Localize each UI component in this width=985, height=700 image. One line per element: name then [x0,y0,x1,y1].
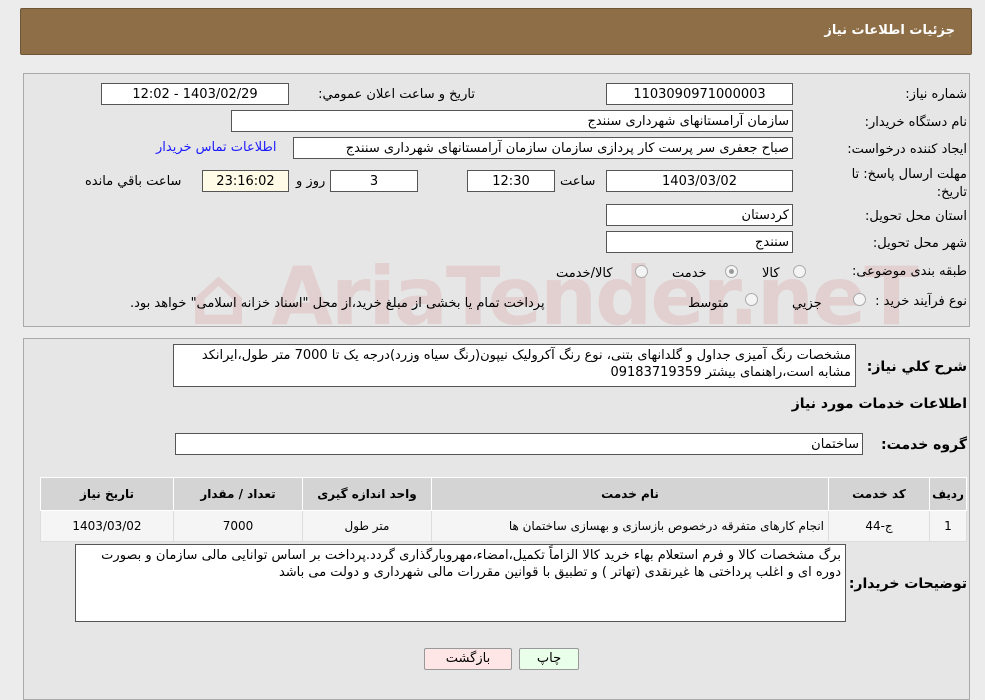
buyer-org-field: سازمان آرامستانهای شهرداری سنندج [231,110,793,132]
cell-code: ج-44 [828,510,930,542]
services-title: اطلاعات خدمات مورد نياز [791,396,967,412]
province-field: کردستان [606,204,793,226]
deadline-date-field: 1403/03/02 [606,170,793,192]
col-name: نام خدمت [431,477,829,511]
cell-row: 1 [929,510,967,542]
back-button[interactable]: بازگشت [424,648,512,670]
print-button[interactable]: چاپ [519,648,579,670]
remaining-label: ساعت باقي مانده [85,174,182,189]
page-title: جزئیات اطلاعات نیاز [824,23,955,38]
need-number-label: شماره نیاز: [905,87,967,102]
city-label: شهر محل تحويل: [872,236,967,251]
col-date: تاريخ نياز [40,477,174,511]
cell-name: انجام کارهای متفرقه درخصوص بازسازی و بهس… [431,510,829,542]
category-option-service: خدمت [672,266,707,281]
category-option-goods: کالا [762,266,780,281]
process-option-small: جزيي [792,296,822,311]
category-radio-both[interactable] [635,265,648,278]
table-row: 1 ج-44 انجام کارهای متفرقه درخصوص بازساز… [40,510,967,542]
days-field: 3 [330,170,418,192]
buyer-notes-textarea[interactable]: برگ مشخصات کالا و فرم استعلام بهاء خرید … [75,544,846,622]
category-radio-service[interactable] [725,265,738,278]
cell-unit: متر طول [302,510,432,542]
col-code: کد خدمت [828,477,930,511]
city-field: سنندج [606,231,793,253]
days-label: روز و [296,174,326,189]
col-qty: تعداد / مقدار [173,477,303,511]
page-header: جزئیات اطلاعات نیاز [20,8,972,55]
col-row: رديف [929,477,967,511]
buyer-notes-label: توضيحات خريدار: [848,576,967,592]
process-radio-medium[interactable] [745,293,758,306]
description-label: شرح کلي نياز: [866,359,967,375]
process-radio-small[interactable] [853,293,866,306]
remaining-time-field: 23:16:02 [202,170,289,192]
announce-field: 1403/02/29 - 12:02 [101,83,289,105]
service-group-field: ساختمان [175,433,863,455]
buyer-org-label: نام دستگاه خريدار: [864,115,967,130]
province-label: استان محل تحويل: [865,209,967,224]
contact-buyer-link[interactable]: اطلاعات تماس خريدار [156,140,276,155]
services-table: رديف کد خدمت نام خدمت واحد اندازه گيری ت… [40,477,967,542]
category-radio-goods[interactable] [793,265,806,278]
cell-date: 1403/03/02 [40,510,174,542]
time-label: ساعت [560,174,596,189]
creator-field: صباح جعفری سر پرست کار پردازی سازمان ساز… [293,137,793,159]
cell-qty: 7000 [173,510,303,542]
process-note: پرداخت تمام يا بخشی از مبلغ خريد،از محل … [130,296,545,311]
deadline-time-field: 12:30 [467,170,555,192]
service-group-label: گروه خدمت: [881,437,967,453]
need-number-field: 1103090971000003 [606,83,793,105]
process-option-medium: متوسط [688,296,729,311]
deadline-label: مهلت ارسال پاسخ: تا تاریخ: [851,167,967,200]
col-unit: واحد اندازه گيری [302,477,432,511]
category-label: طبقه بندی موضوعی: [851,264,967,279]
process-label: نوع فرآيند خريد : [875,294,967,309]
description-textarea[interactable]: مشخصات رنگ آمیزی جداول و گلدانهای بتنی، … [173,344,856,387]
announce-label: تاریخ و ساعت اعلان عمومي: [318,87,475,102]
creator-label: ايجاد کننده درخواست: [847,142,967,157]
category-option-both: کالا/خدمت [556,266,613,281]
